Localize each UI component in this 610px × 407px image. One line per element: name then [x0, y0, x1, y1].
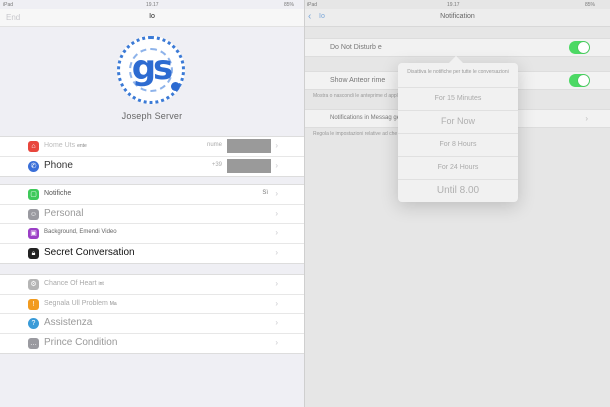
people-icon: ☺	[28, 208, 39, 220]
list-item-label: Prince Condition	[44, 336, 118, 348]
do-not-disturb-toggle[interactable]	[569, 41, 590, 54]
battery-label: 85%	[284, 2, 295, 8]
chevron-right-icon: ›	[275, 228, 278, 237]
in-app-notifications-label: Notifications in Messag	[330, 115, 392, 121]
list-item-value: Sì	[262, 190, 268, 196]
list-item-notifications[interactable]: ▢ Notifiche Sì ›	[0, 185, 304, 205]
phone-icon: ✆	[28, 160, 39, 172]
chevron-right-icon: ›	[275, 247, 278, 257]
do-not-disturb-suffix: e	[377, 44, 382, 51]
list-item-value: nume	[206, 142, 222, 148]
toggle-knob	[578, 75, 589, 86]
do-not-disturb-row[interactable]: Do Not Disturb e	[305, 38, 610, 57]
list-item-people[interactable]: ☺ Personal ›	[0, 205, 304, 224]
list-item-label: Phone	[44, 159, 73, 171]
chevron-right-icon: ›	[275, 160, 278, 170]
chevron-right-icon: ›	[585, 114, 588, 123]
more-icon: …	[28, 337, 39, 349]
list-item-suffix: ente	[77, 143, 87, 149]
chevron-right-icon: ›	[275, 279, 278, 288]
account-group: ⌂ Home Uts ente nume › ✆ Phone +39 ›	[0, 136, 304, 177]
logo-text: gs	[131, 48, 174, 88]
lock-icon: 🔒︎	[28, 247, 39, 259]
show-preview-label: Show Anteor	[330, 77, 370, 84]
messenger-badge-icon	[171, 82, 180, 91]
status-time: 19.17	[447, 2, 460, 8]
support-group: ⚙ Chance Of Heart int › ! Segnala Ull Pr…	[0, 274, 304, 354]
list-item-suffix: int	[98, 281, 104, 287]
redacted-value	[227, 158, 271, 173]
bug-icon: !	[28, 298, 39, 310]
list-item-label: Segnala Ull Problem	[44, 299, 108, 307]
redacted-value	[227, 139, 271, 153]
left-nav-bar: End Io	[0, 9, 304, 27]
notifications-icon: ▢	[28, 189, 39, 200]
list-item-chance-of-heart[interactable]: ⚙ Chance Of Heart int ›	[0, 275, 304, 295]
chevron-right-icon: ›	[275, 298, 278, 308]
page-title: Io	[149, 13, 155, 20]
list-item-home[interactable]: ⌂ Home Uts ente nume ›	[0, 137, 304, 157]
do-not-disturb-label: Do Not Disturb	[330, 44, 376, 51]
photo-icon: ▣	[28, 228, 39, 239]
list-item-label: Home Uts	[44, 142, 76, 149]
notification-title: Notification	[440, 13, 475, 20]
show-preview-toggle[interactable]	[569, 74, 590, 87]
carrier-label: iPad	[307, 2, 318, 8]
list-item-label: Notifiche	[44, 190, 72, 197]
mute-option-15-minutes[interactable]: For 15 Minutes	[398, 87, 518, 108]
left-pane: iPad 19.17 85% End Io gs Joseph Server ⌂…	[0, 0, 304, 407]
profile-name: Joseph Server	[121, 111, 183, 121]
mute-option-24-hours[interactable]: For 24 Hours	[398, 156, 518, 177]
status-bar-right: iPad 19.17 85%	[305, 0, 610, 9]
carrier-label: iPad	[3, 2, 14, 8]
list-item-label: Background, Emendi Video	[44, 229, 117, 235]
help-icon: ?	[28, 318, 39, 329]
list-item-report-problem[interactable]: ! Segnala Ull Problem Ma ›	[0, 295, 304, 314]
messenger-code[interactable]: gs	[117, 36, 185, 104]
settings-icon: ⚙	[28, 279, 39, 290]
toggle-knob	[578, 42, 589, 53]
list-item-phone[interactable]: ✆ Phone +39 ›	[0, 157, 304, 177]
profile-header: gs Joseph Server	[0, 27, 304, 130]
list-item-label: Chance Of Heart	[44, 280, 97, 287]
list-item-label: Assistenza	[44, 317, 93, 328]
list-item-label: Secret Conversation	[44, 246, 135, 258]
list-item-help[interactable]: ? Assistenza ›	[0, 314, 304, 334]
chevron-right-icon: ›	[275, 141, 278, 150]
mute-option-for-now[interactable]: For Now	[398, 110, 518, 131]
popover-header: Disattiva le notifiche per tutte le conv…	[407, 69, 509, 75]
chevron-right-icon: ›	[275, 208, 278, 218]
home-icon: ⌂	[28, 141, 39, 152]
battery-label: 85%	[585, 2, 596, 8]
list-item-secret-conversation[interactable]: 🔒︎ Secret Conversation ›	[0, 244, 304, 264]
status-time: 19.17	[146, 2, 159, 8]
list-item-photos[interactable]: ▣ Background, Emendi Video ›	[0, 224, 304, 244]
mute-option-8-hours[interactable]: For 8 Hours	[398, 133, 518, 154]
preferences-group: ▢ Notifiche Sì › ☺ Personal › ▣ Backgrou…	[0, 184, 304, 264]
list-item-privacy[interactable]: … Prince Condition ›	[0, 334, 304, 354]
chevron-right-icon: ›	[275, 337, 278, 347]
mute-popover: Disattiva le notifiche per tutte le conv…	[398, 55, 518, 202]
list-item-label: Personal	[44, 207, 84, 219]
show-preview-suffix: rime	[371, 77, 386, 84]
mute-option-until-8[interactable]: Until 8.00	[398, 179, 518, 200]
chevron-right-icon: ›	[275, 318, 278, 327]
messenger-settings-screen: iPad 19.17 85% End Io gs Joseph Server ⌂…	[0, 0, 610, 407]
chevron-right-icon: ›	[275, 189, 278, 198]
right-nav-bar: ‹ Io Notification	[305, 9, 610, 27]
list-item-value: +39	[211, 161, 222, 168]
list-item-suffix: Ma	[109, 300, 117, 307]
